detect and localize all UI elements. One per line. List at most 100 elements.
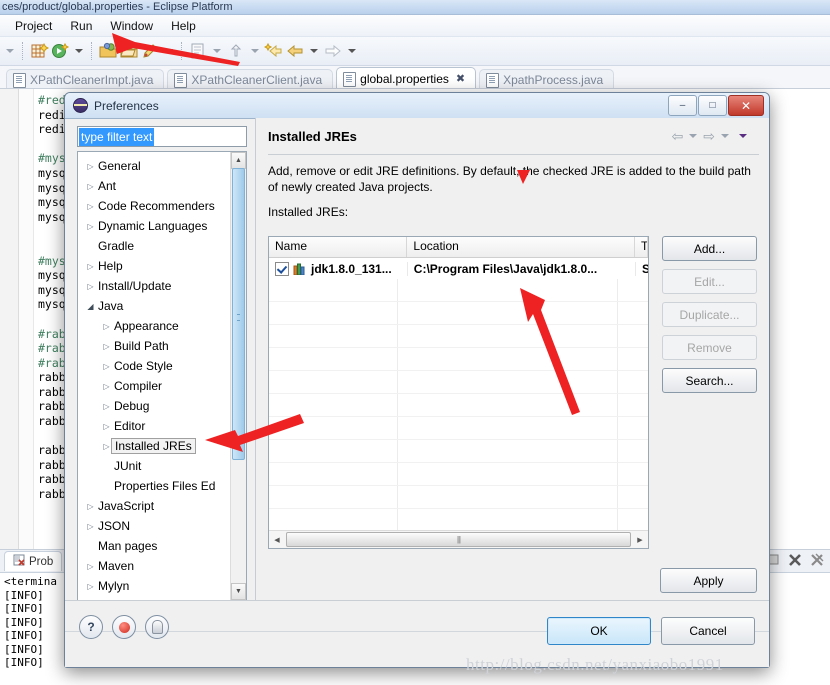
chevron-right-icon[interactable]: ▷ <box>100 362 113 371</box>
last-edit-location-icon[interactable] <box>263 41 284 61</box>
menu-item-project[interactable]: Project <box>6 17 61 35</box>
tree-item-javascript[interactable]: ▷ JavaScript <box>80 496 231 516</box>
scroll-left-icon[interactable]: ◀ <box>269 536 285 544</box>
scrollbar-thumb[interactable] <box>232 168 245 460</box>
apply-button[interactable]: Apply <box>660 568 757 593</box>
add-button[interactable]: Add... <box>662 236 757 261</box>
chevron-right-icon[interactable]: ▷ <box>84 522 97 531</box>
tree-item-code-recommenders[interactable]: ▷ Code Recommenders <box>80 196 231 216</box>
column-header-type[interactable]: Type <box>635 237 648 257</box>
next-annotation-caret[interactable] <box>213 49 221 53</box>
menu-item-run[interactable]: Run <box>61 17 101 35</box>
remove-all-launches-icon[interactable] <box>810 553 824 570</box>
tree-item-man-pages[interactable]: Man pages <box>80 536 231 556</box>
next-annotation-icon[interactable] <box>188 41 208 61</box>
preferences-tree-list[interactable]: ▷ General ▷ Ant ▷ Code Recommenders ▷ Dynamic L… <box>78 152 231 600</box>
search-dropdown-caret[interactable] <box>165 49 173 53</box>
run-icon[interactable] <box>50 41 70 61</box>
previous-annotation-icon[interactable] <box>226 41 246 61</box>
chevron-right-icon[interactable]: ▷ <box>100 402 113 411</box>
chevron-right-icon[interactable]: ▷ <box>100 382 113 391</box>
tree-item-general[interactable]: ▷ General <box>80 156 231 176</box>
table-horizontal-scrollbar[interactable]: ◀ ▶ <box>269 530 648 548</box>
forward-icon[interactable] <box>323 41 343 61</box>
new-wizard-icon[interactable] <box>29 41 50 61</box>
forward-icon[interactable]: ⇨ <box>703 128 715 145</box>
chevron-right-icon[interactable]: ▷ <box>84 202 97 211</box>
scrollbar-thumb[interactable] <box>286 532 631 547</box>
editor-tab-xpathprocess[interactable]: XpathProcess.java <box>479 69 615 90</box>
tree-item-ant[interactable]: ▷ Ant <box>80 176 231 196</box>
column-header-location[interactable]: Location <box>407 237 635 257</box>
column-header-name[interactable]: Name <box>269 237 408 257</box>
run-dropdown-caret[interactable] <box>75 49 83 53</box>
record-icon[interactable] <box>112 615 136 639</box>
tree-item-build-path[interactable]: ▷ Build Path <box>80 336 231 356</box>
maximize-button[interactable]: □ <box>698 95 727 116</box>
chevron-right-icon[interactable]: ▷ <box>84 262 97 271</box>
filter-input-wrapper[interactable]: type filter text <box>77 126 247 147</box>
cell-name[interactable]: jdk1.8.0_131... <box>269 262 407 276</box>
preferences-tree[interactable]: ▷ General ▷ Ant ▷ Code Recommenders ▷ Dynamic L… <box>77 151 247 601</box>
forward-dropdown-caret[interactable] <box>721 134 729 138</box>
tree-item-help[interactable]: ▷ Help <box>80 256 231 276</box>
scroll-right-icon[interactable]: ▶ <box>632 536 648 544</box>
menu-item-help[interactable]: Help <box>162 17 205 35</box>
tab-problems[interactable]: Prob <box>4 551 63 571</box>
chevron-right-icon[interactable]: ▷ <box>84 582 97 591</box>
tree-item-json[interactable]: ▷ JSON <box>80 516 231 536</box>
chevron-right-icon[interactable]: ▷ <box>84 562 97 571</box>
chevron-right-icon[interactable]: ▷ <box>84 282 97 291</box>
close-button[interactable]: ✕ <box>728 95 764 116</box>
lightbulb-icon[interactable] <box>145 615 169 639</box>
search-pencil-icon[interactable] <box>140 41 160 61</box>
ok-button[interactable]: OK <box>547 617 651 645</box>
editor-tab-xpathcleanerimpt[interactable]: XPathCleanerImpt.java <box>6 69 165 90</box>
tree-item-mylyn[interactable]: ▷ Mylyn <box>80 576 231 596</box>
table-row[interactable]: jdk1.8.0_131... C:\Program Files\Java\jd… <box>269 258 648 280</box>
page-menu-caret[interactable] <box>739 134 747 138</box>
back-icon[interactable]: ⇦ <box>672 128 684 145</box>
menu-item-window[interactable]: Window <box>101 17 162 35</box>
tree-item-installed-jres[interactable]: ▷ Installed JREs <box>80 436 231 456</box>
forward-dropdown-caret[interactable] <box>348 49 356 53</box>
jre-checkbox[interactable] <box>275 262 289 276</box>
tree-item-debug[interactable]: ▷ Debug <box>80 396 231 416</box>
toolbar-overflow-caret[interactable] <box>6 49 14 53</box>
tree-item-appearance[interactable]: ▷ Appearance <box>80 316 231 336</box>
chevron-right-icon[interactable]: ▷ <box>84 502 97 511</box>
scroll-up-icon[interactable]: ▲ <box>231 152 246 169</box>
cancel-button[interactable]: Cancel <box>661 617 755 645</box>
tree-item-junit[interactable]: JUnit <box>80 456 231 476</box>
open-resource-icon[interactable] <box>119 41 139 61</box>
previous-annotation-caret[interactable] <box>251 49 259 53</box>
tree-item-maven[interactable]: ▷ Maven <box>80 556 231 576</box>
back-icon[interactable] <box>285 41 305 61</box>
cell-type[interactable]: Stand <box>635 262 648 276</box>
chevron-down-icon[interactable]: ◢ <box>84 302 97 311</box>
filter-input[interactable]: type filter text <box>79 128 155 146</box>
tree-vertical-scrollbar[interactable]: ▲ ▼ <box>230 152 246 600</box>
chevron-right-icon[interactable]: ▷ <box>100 342 113 351</box>
tree-item-java[interactable]: ◢ Java <box>80 296 231 316</box>
installed-jres-table[interactable]: Name Location Type jdk1.8.0_131... C:\Pr… <box>268 236 649 549</box>
back-dropdown-caret[interactable] <box>310 49 318 53</box>
open-type-icon[interactable] <box>98 41 118 61</box>
tree-item-compiler[interactable]: ▷ Compiler <box>80 376 231 396</box>
close-icon[interactable]: ✖ <box>456 68 465 90</box>
search-button[interactable]: Search... <box>662 368 757 393</box>
tree-item-install-update[interactable]: ▷ Install/Update <box>80 276 231 296</box>
help-icon[interactable]: ? <box>79 615 103 639</box>
chevron-right-icon[interactable]: ▷ <box>84 182 97 191</box>
chevron-right-icon[interactable]: ▷ <box>84 162 97 171</box>
tree-item-dynamic-languages[interactable]: ▷ Dynamic Languages <box>80 216 231 236</box>
tree-item-gradle[interactable]: Gradle <box>80 236 231 256</box>
scroll-down-icon[interactable]: ▼ <box>231 583 246 600</box>
editor-tab-global-properties[interactable]: global.properties ✖ <box>336 67 477 90</box>
tree-item-properties-files-ed[interactable]: Properties Files Ed <box>80 476 231 496</box>
dialog-title-bar[interactable]: Preferences – □ ✕ <box>65 93 769 119</box>
tree-item-code-style[interactable]: ▷ Code Style <box>80 356 231 376</box>
minimize-button[interactable]: – <box>668 95 697 116</box>
tree-item-editor[interactable]: ▷ Editor <box>80 416 231 436</box>
chevron-right-icon[interactable]: ▷ <box>100 422 113 431</box>
